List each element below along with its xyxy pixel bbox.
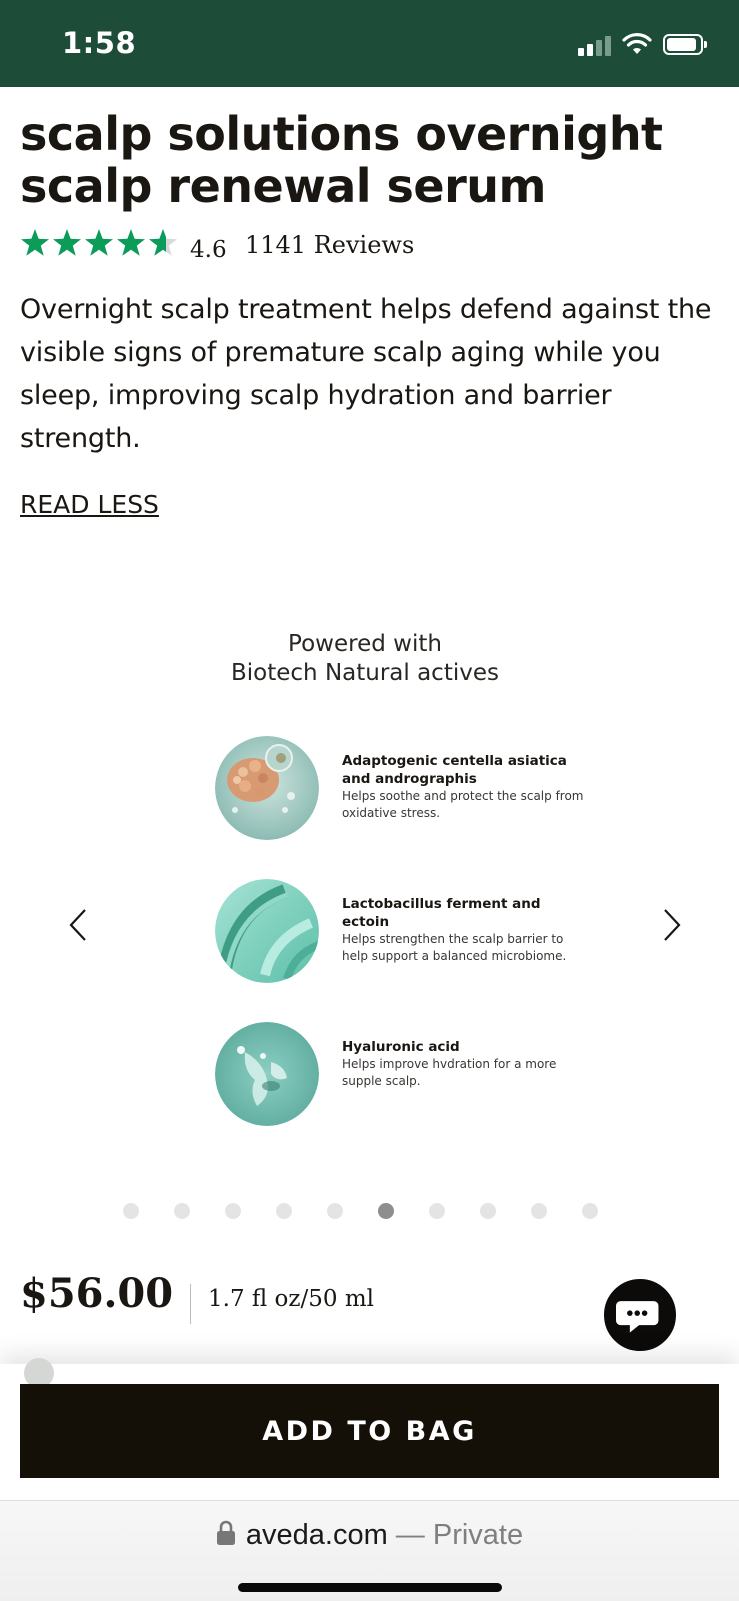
lock-icon [216, 1520, 235, 1545]
carousel-pagination[interactable] [0, 1203, 739, 1219]
lactobacillus-ingredient-image [215, 879, 319, 983]
carousel-dot[interactable] [531, 1203, 547, 1219]
product-price: $56.00 [20, 1270, 174, 1317]
carousel-dot[interactable] [276, 1203, 292, 1219]
centella-ingredient-image [215, 736, 319, 840]
carousel-dot[interactable] [378, 1203, 394, 1219]
product-title: scalp solutions overnight scalp renewal … [20, 107, 663, 213]
home-indicator[interactable] [238, 1583, 502, 1592]
active-ingredient-item: Hyaluronic acid Helps improve hvdration … [215, 1022, 595, 1132]
hyaluronic-acid-ingredient-image [215, 1022, 319, 1126]
chat-bubble-icon [616, 1301, 659, 1333]
product-description: Overnight scalp treatment helps defend a… [20, 294, 712, 454]
url-display[interactable]: aveda.com — Private [0, 1519, 739, 1552]
status-time: 1:58 [62, 26, 137, 60]
battery-icon [663, 34, 707, 55]
active-ingredient-item: Lactobacillus ferment and ectoin Helps s… [215, 879, 595, 989]
carousel-dot[interactable] [327, 1203, 343, 1219]
sticky-add-to-bag-bar: ADD TO BAG [0, 1358, 739, 1500]
carousel-dot[interactable] [582, 1203, 598, 1219]
active-name: Lactobacillus ferment and ectoin [342, 896, 541, 930]
browser-address-bar[interactable]: aveda.com — Private [0, 1500, 739, 1601]
url-separator: — [387, 1519, 433, 1551]
cellular-signal-icon [578, 34, 614, 56]
carousel-dot[interactable] [174, 1203, 190, 1219]
status-bar: 1:58 [0, 0, 739, 87]
active-description: Helps soothe and protect the scalp from … [342, 789, 584, 820]
carousel-dot[interactable] [123, 1203, 139, 1219]
price-row: $56.00 1.7 fl oz/50 ml [20, 1270, 620, 1330]
active-name: Adaptogenic centella asiatica and androg… [342, 753, 567, 787]
active-text: Adaptogenic centella asiatica and androg… [342, 752, 592, 822]
product-size: 1.7 fl oz/50 ml [208, 1286, 374, 1312]
carousel-heading-line2: Biotech Natural actives [231, 660, 499, 686]
active-description: Helps improve hvdration for a more suppl… [342, 1057, 557, 1088]
rating-value: 4.6 [190, 237, 227, 263]
read-less-link[interactable]: READ LESS [20, 490, 159, 519]
live-chat-button[interactable] [601, 1276, 679, 1354]
carousel-dot[interactable] [225, 1203, 241, 1219]
image-carousel[interactable]: Powered with Biotech Natural actives Ada… [0, 600, 739, 1140]
carousel-heading: Powered with Biotech Natural actives [200, 630, 530, 688]
rating-row[interactable]: 4.6 1141 Reviews [20, 226, 720, 266]
carousel-heading-line1: Powered with [288, 631, 442, 657]
price-divider [190, 1284, 191, 1324]
active-description: Helps strengthen the scalp barrier to he… [342, 932, 567, 963]
active-text: Lactobacillus ferment and ectoin Helps s… [342, 895, 592, 965]
url-domain: aveda.com [245, 1519, 388, 1551]
wifi-icon [622, 33, 652, 54]
chevron-left-icon[interactable] [68, 908, 88, 942]
active-name: Hyaluronic acid [342, 1039, 460, 1055]
carousel-dot[interactable] [480, 1203, 496, 1219]
chevron-right-icon[interactable] [662, 908, 682, 942]
active-text: Hyaluronic acid Helps improve hvdration … [342, 1038, 592, 1090]
review-count-link[interactable]: 1141 Reviews [245, 231, 414, 259]
add-to-bag-button[interactable]: ADD TO BAG [20, 1384, 719, 1478]
active-ingredient-item: Adaptogenic centella asiatica and androg… [215, 736, 595, 846]
carousel-dot[interactable] [429, 1203, 445, 1219]
star-rating-icon [21, 229, 177, 256]
url-privacy-label: Private [432, 1519, 524, 1551]
